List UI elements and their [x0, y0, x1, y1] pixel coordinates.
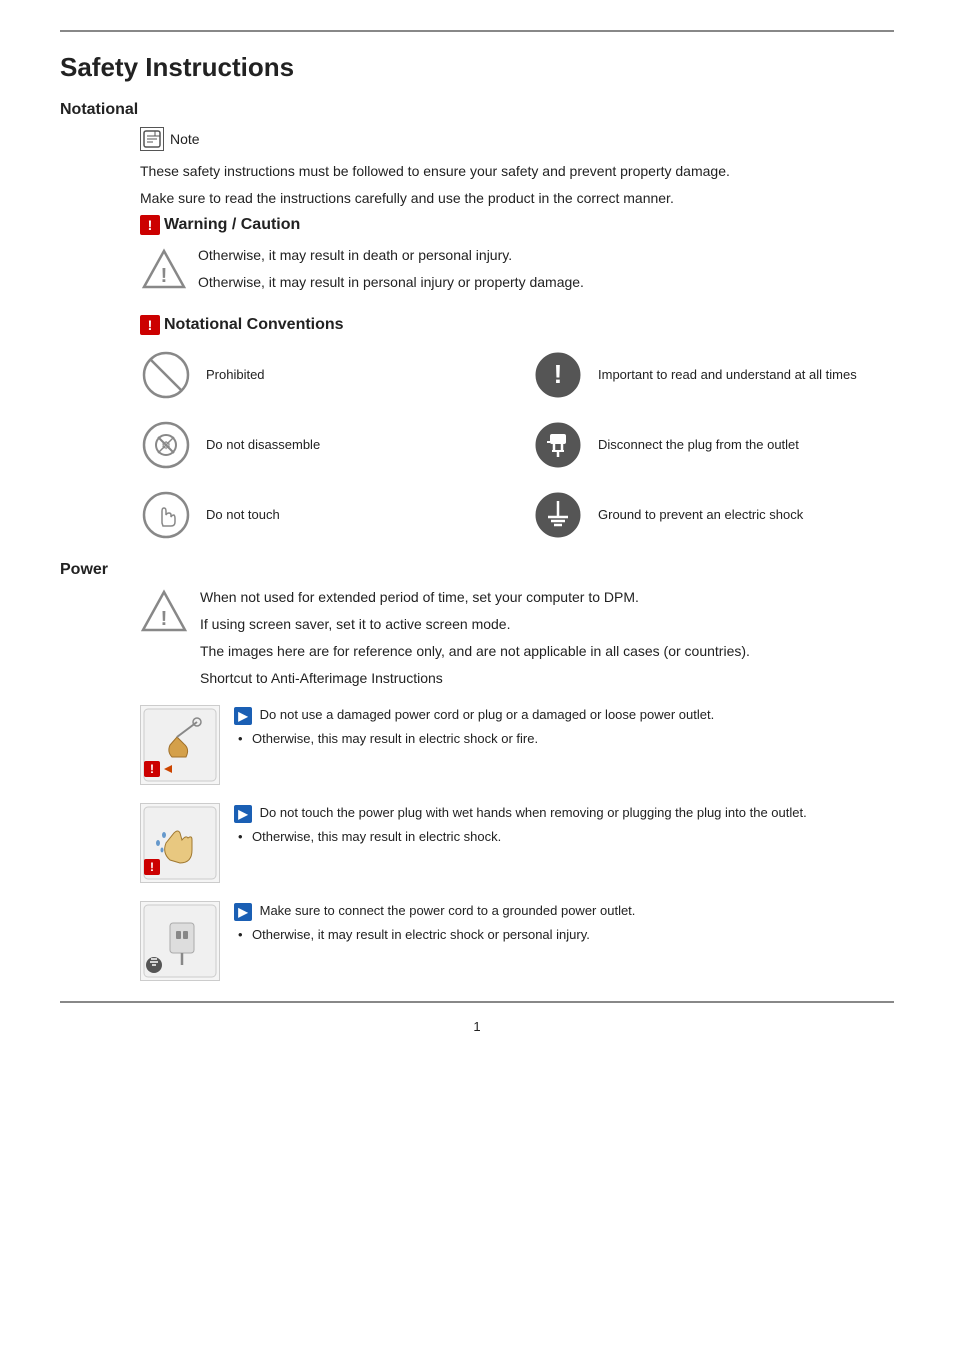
top-border	[60, 30, 894, 32]
note-label: Note	[170, 131, 200, 147]
power-item-3-main: Make sure to connect the power cord to a…	[260, 903, 636, 918]
notational-section: Notational Note These safety instruction…	[60, 101, 894, 299]
prohibited-icon	[140, 349, 192, 401]
svg-text:!: !	[150, 762, 154, 776]
warning-badge-icon: !	[140, 215, 160, 235]
power-section: Power ! When not used for extended perio…	[60, 561, 894, 981]
blue-warning-icon-1: ▶	[234, 707, 252, 725]
notational-title: Notational	[60, 101, 894, 119]
convention-prohibited: Prohibited	[140, 349, 502, 401]
note-text2: Make sure to read the instructions caref…	[140, 188, 894, 209]
svg-text:!: !	[161, 265, 168, 287]
power-item-1-bullet: Otherwise, this may result in electric s…	[234, 729, 894, 749]
page: Safety Instructions Notational Note Thes…	[0, 0, 954, 1350]
power-item-2-bullet: Otherwise, this may result in electric s…	[234, 827, 894, 847]
power-img-2: !	[140, 803, 220, 883]
power-item-1: ! ▶ Do not use a damaged power cord or p…	[140, 705, 894, 785]
convention-do-not-touch: Do not touch	[140, 489, 502, 541]
warning-row-1: ! Otherwise, it may result in death or p…	[140, 245, 894, 299]
convention-disconnect: Disconnect the plug from the outlet	[532, 419, 894, 471]
power-text-2: ▶ Do not touch the power plug with wet h…	[234, 803, 894, 846]
convention-disconnect-label: Disconnect the plug from the outlet	[598, 436, 799, 454]
power-warning-triangle-icon: !	[140, 587, 188, 635]
power-title: Power	[60, 561, 894, 579]
power-warning-text4: Shortcut to Anti-Afterimage Instructions	[200, 668, 750, 689]
power-text-3: ▶ Make sure to connect the power cord to…	[234, 901, 894, 944]
power-img-1: !	[140, 705, 220, 785]
page-title: Safety Instructions	[60, 52, 894, 83]
convention-disassemble: ⚙ Do not disassemble	[140, 419, 502, 471]
power-item-2-main: Do not touch the power plug with wet han…	[260, 805, 807, 820]
power-warning-row: ! When not used for extended period of t…	[140, 587, 894, 695]
blue-warning-icon-2: ▶	[234, 805, 252, 823]
disassemble-icon: ⚙	[140, 419, 192, 471]
note-icon	[140, 127, 164, 151]
convention-prohibited-label: Prohibited	[206, 366, 265, 384]
warning-triangle-icon: !	[140, 245, 188, 293]
convention-ground: Ground to prevent an electric shock	[532, 489, 894, 541]
svg-text:!: !	[150, 860, 154, 874]
power-warning-text3: The images here are for reference only, …	[200, 641, 750, 662]
convention-important-label: Important to read and understand at all …	[598, 366, 857, 384]
notational-body: These safety instructions must be follow…	[140, 161, 894, 299]
ground-icon	[532, 489, 584, 541]
svg-text:!: !	[161, 608, 168, 630]
warning-texts: Otherwise, it may result in death or per…	[198, 245, 584, 299]
warning-text1: Otherwise, it may result in death or per…	[198, 245, 584, 266]
convention-important: ! Important to read and understand at al…	[532, 349, 894, 401]
power-text-1: ▶ Do not use a damaged power cord or plu…	[234, 705, 894, 748]
convention-do-not-touch-label: Do not touch	[206, 506, 280, 524]
conventions-title: Notational Conventions	[164, 316, 344, 334]
power-item-2: ! ▶ Do not touch the power plug with wet…	[140, 803, 894, 883]
convention-ground-label: Ground to prevent an electric shock	[598, 506, 803, 524]
conventions-section: ! Notational Conventions Prohibited ! Im…	[140, 315, 894, 541]
power-warning-text1: When not used for extended period of tim…	[200, 587, 750, 608]
warning-caution-row: ! Warning / Caution	[140, 215, 894, 235]
svg-text:!: !	[554, 359, 563, 389]
power-warning-texts: When not used for extended period of tim…	[200, 587, 750, 695]
warning-text2: Otherwise, it may result in personal inj…	[198, 272, 584, 293]
svg-text:⚙: ⚙	[161, 440, 171, 452]
conventions-title-row: ! Notational Conventions	[140, 315, 894, 335]
power-img-3	[140, 901, 220, 981]
do-not-touch-icon	[140, 489, 192, 541]
convention-disassemble-label: Do not disassemble	[206, 436, 320, 454]
power-item-1-main: Do not use a damaged power cord or plug …	[260, 707, 715, 722]
blue-warning-icon-3: ▶	[234, 903, 252, 921]
disconnect-icon	[532, 419, 584, 471]
note-row: Note	[140, 127, 894, 151]
page-number: 1	[60, 1019, 894, 1034]
note-text1: These safety instructions must be follow…	[140, 161, 894, 182]
power-item-3-bullet: Otherwise, it may result in electric sho…	[234, 925, 894, 945]
warning-caution-label: Warning / Caution	[164, 216, 300, 234]
conventions-badge-icon: !	[140, 315, 160, 335]
power-item-3: ▶ Make sure to connect the power cord to…	[140, 901, 894, 981]
power-body: ! When not used for extended period of t…	[140, 587, 894, 981]
important-icon: !	[532, 349, 584, 401]
bottom-border	[60, 1001, 894, 1003]
conventions-grid: Prohibited ! Important to read and under…	[140, 349, 894, 541]
power-warning-text2: If using screen saver, set it to active …	[200, 614, 750, 635]
